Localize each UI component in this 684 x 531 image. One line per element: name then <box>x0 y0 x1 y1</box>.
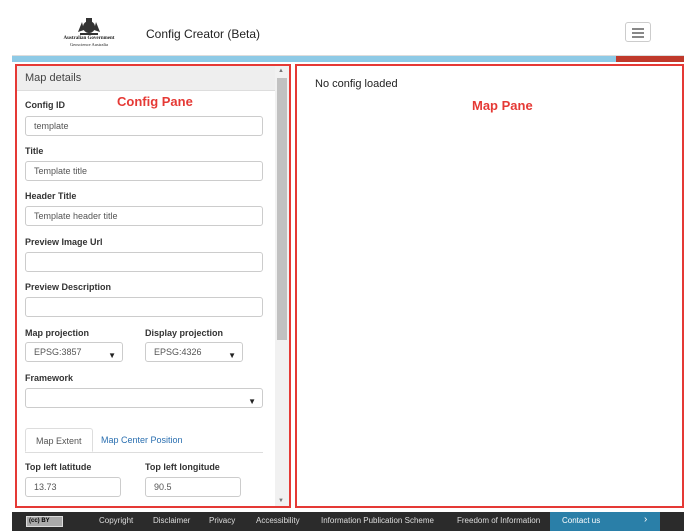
framework-select[interactable]: ▼ <box>25 388 263 408</box>
preview-image-url-label: Preview Image Url <box>25 237 103 247</box>
footer-link-disclaimer[interactable]: Disclaimer <box>153 516 190 525</box>
preview-description-label: Preview Description <box>25 282 112 292</box>
chevron-right-icon: › <box>644 514 648 525</box>
scroll-down-icon[interactable]: ▼ <box>278 498 284 504</box>
coat-of-arms-icon <box>78 18 100 35</box>
map-pane-annotation: Map Pane <box>472 98 533 113</box>
top-left-latitude-label: Top left latitude <box>25 462 92 472</box>
contact-us-label: Contact us <box>562 516 601 525</box>
map-projection-select[interactable]: EPSG:3857 ▼ <box>25 342 123 362</box>
config-pane: Map details Config Pane Config ID templa… <box>15 64 291 508</box>
config-pane-content: Map details Config Pane Config ID templa… <box>17 66 277 506</box>
config-pane-annotation: Config Pane <box>117 94 193 109</box>
footer-link-copyright[interactable]: Copyright <box>99 516 133 525</box>
tab-map-center-position[interactable]: Map Center Position <box>91 428 193 452</box>
footer-link-privacy[interactable]: Privacy <box>209 516 235 525</box>
top-left-longitude-input[interactable]: 90.5 <box>145 477 241 497</box>
top-left-longitude-label: Top left longitude <box>145 462 220 472</box>
footer-link-freedom-of-information[interactable]: Freedom of Information <box>457 516 540 525</box>
caret-down-icon: ▼ <box>248 397 256 406</box>
header-accent-red <box>616 56 684 62</box>
hamburger-icon <box>632 32 644 34</box>
header-title-input[interactable]: Template header title <box>25 206 263 226</box>
title-input[interactable]: Template title <box>25 161 263 181</box>
preview-description-input[interactable] <box>25 297 263 317</box>
app-title: Config Creator (Beta) <box>146 27 261 41</box>
scroll-up-icon[interactable]: ▲ <box>278 68 284 74</box>
top-left-latitude-input[interactable]: 13.73 <box>25 477 121 497</box>
hamburger-icon <box>632 28 644 30</box>
config-pane-scrollbar[interactable]: ▲ ▼ <box>275 66 289 506</box>
footer-link-information-publication-scheme[interactable]: Information Publication Scheme <box>321 516 434 525</box>
creative-commons-badge[interactable]: (cc) BY <box>26 516 63 527</box>
hamburger-icon <box>632 36 644 38</box>
map-status-text: No config loaded <box>315 78 398 90</box>
caret-down-icon: ▼ <box>228 351 236 360</box>
config-id-input[interactable]: template <box>25 116 263 136</box>
footer-link-accessibility[interactable]: Accessibility <box>256 516 300 525</box>
logo-text-agency: Geoscience Australia <box>69 42 109 47</box>
contact-us-button[interactable]: Contact us › <box>550 512 660 531</box>
map-projection-value: EPSG:3857 <box>34 347 82 357</box>
framework-label: Framework <box>25 373 74 383</box>
title-label: Title <box>25 146 44 156</box>
tab-map-extent[interactable]: Map Extent <box>25 428 93 452</box>
menu-toggle-button[interactable] <box>625 22 651 42</box>
government-logo[interactable]: Australian Government Geoscience Austral… <box>50 16 128 52</box>
display-projection-label: Display projection <box>145 328 224 338</box>
header-title-label: Header Title <box>25 191 77 201</box>
header-accent-bar <box>12 56 616 62</box>
app-header: Australian Government Geoscience Austral… <box>12 12 684 56</box>
display-projection-select[interactable]: EPSG:4326 ▼ <box>145 342 243 362</box>
section-heading-map-details: Map details <box>17 66 277 91</box>
map-pane[interactable]: No config loaded Map Pane <box>295 64 684 508</box>
display-projection-value: EPSG:4326 <box>154 347 202 357</box>
site-footer: (cc) BY Copyright Disclaimer Privacy Acc… <box>12 512 684 531</box>
config-id-label: Config ID <box>25 100 65 110</box>
scrollbar-thumb[interactable] <box>277 78 287 340</box>
preview-image-url-input[interactable] <box>25 252 263 272</box>
map-projection-label: Map projection <box>25 328 90 338</box>
map-settings-tabs: Map Extent Map Center Position <box>25 428 263 453</box>
caret-down-icon: ▼ <box>108 351 116 360</box>
